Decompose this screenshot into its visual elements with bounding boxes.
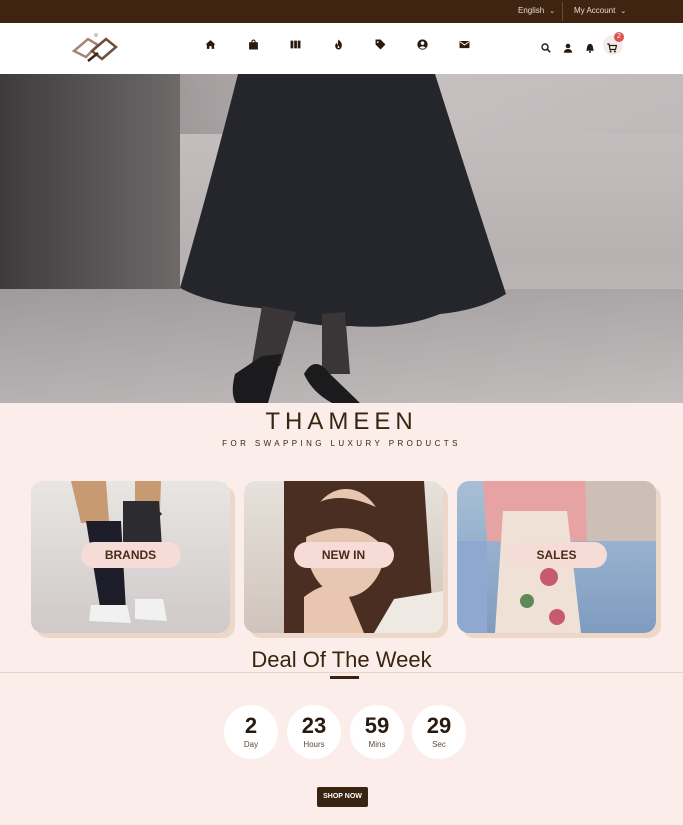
category-label: NEW IN: [293, 542, 394, 568]
bag-icon[interactable]: [246, 37, 260, 51]
countdown-value: 23: [301, 713, 327, 738]
hero-figure: [180, 74, 506, 403]
countdown-days: 2 Day: [224, 705, 278, 759]
search-icon[interactable]: [541, 40, 553, 53]
countdown-value: 59: [364, 713, 390, 738]
user-icon[interactable]: [563, 40, 575, 53]
category-label: BRANDS: [80, 542, 181, 568]
countdown-unit: Day: [243, 740, 259, 749]
home-icon[interactable]: [203, 37, 217, 51]
shop-now-button[interactable]: SHOP NOW: [317, 787, 368, 807]
mail-icon[interactable]: [457, 37, 471, 51]
account-label: My Account: [574, 6, 616, 15]
divider: [562, 2, 563, 21]
top-bar: English ⌄ My Account ⌄: [0, 0, 683, 23]
language-selector[interactable]: English ⌄: [518, 6, 555, 15]
deal-title-underline: [330, 676, 359, 679]
user-circle-icon[interactable]: [415, 37, 429, 51]
category-label: SALES: [506, 542, 607, 568]
countdown-unit: Hours: [303, 740, 325, 749]
countdown-value: 2: [244, 713, 258, 738]
deal-title: Deal Of The Week: [251, 647, 432, 672]
grid-icon[interactable]: [288, 37, 302, 51]
category-card-sales[interactable]: SALES: [457, 481, 656, 633]
category-card-brands[interactable]: BRANDS: [31, 481, 230, 633]
cart-count-badge: 2: [614, 32, 624, 42]
my-account-menu[interactable]: My Account ⌄: [574, 6, 626, 15]
brand-subtitle: FOR SWAPPING LUXURY PRODUCTS: [222, 439, 461, 448]
chevron-down-icon: ⌄: [620, 8, 627, 15]
countdown-unit: Mins: [368, 740, 386, 749]
countdown-secs: 29 Sec: [412, 705, 466, 759]
tag-icon[interactable]: [373, 37, 387, 51]
countdown-hours: 23 Hours: [287, 705, 341, 759]
brand-logo[interactable]: [68, 31, 122, 67]
countdown-value: 29: [426, 713, 452, 738]
fire-icon[interactable]: [331, 37, 345, 51]
hero-banner: [0, 74, 683, 403]
bell-icon[interactable]: [585, 40, 597, 53]
chevron-down-icon: ⌄: [549, 8, 556, 15]
category-card-new-in[interactable]: NEW IN: [244, 481, 443, 633]
countdown-unit: Sec: [432, 740, 446, 749]
brand-title: THAMEEN: [265, 408, 418, 435]
language-label: English: [518, 6, 545, 15]
main-header: 2: [0, 23, 683, 74]
countdown-mins: 59 Mins: [350, 705, 404, 759]
